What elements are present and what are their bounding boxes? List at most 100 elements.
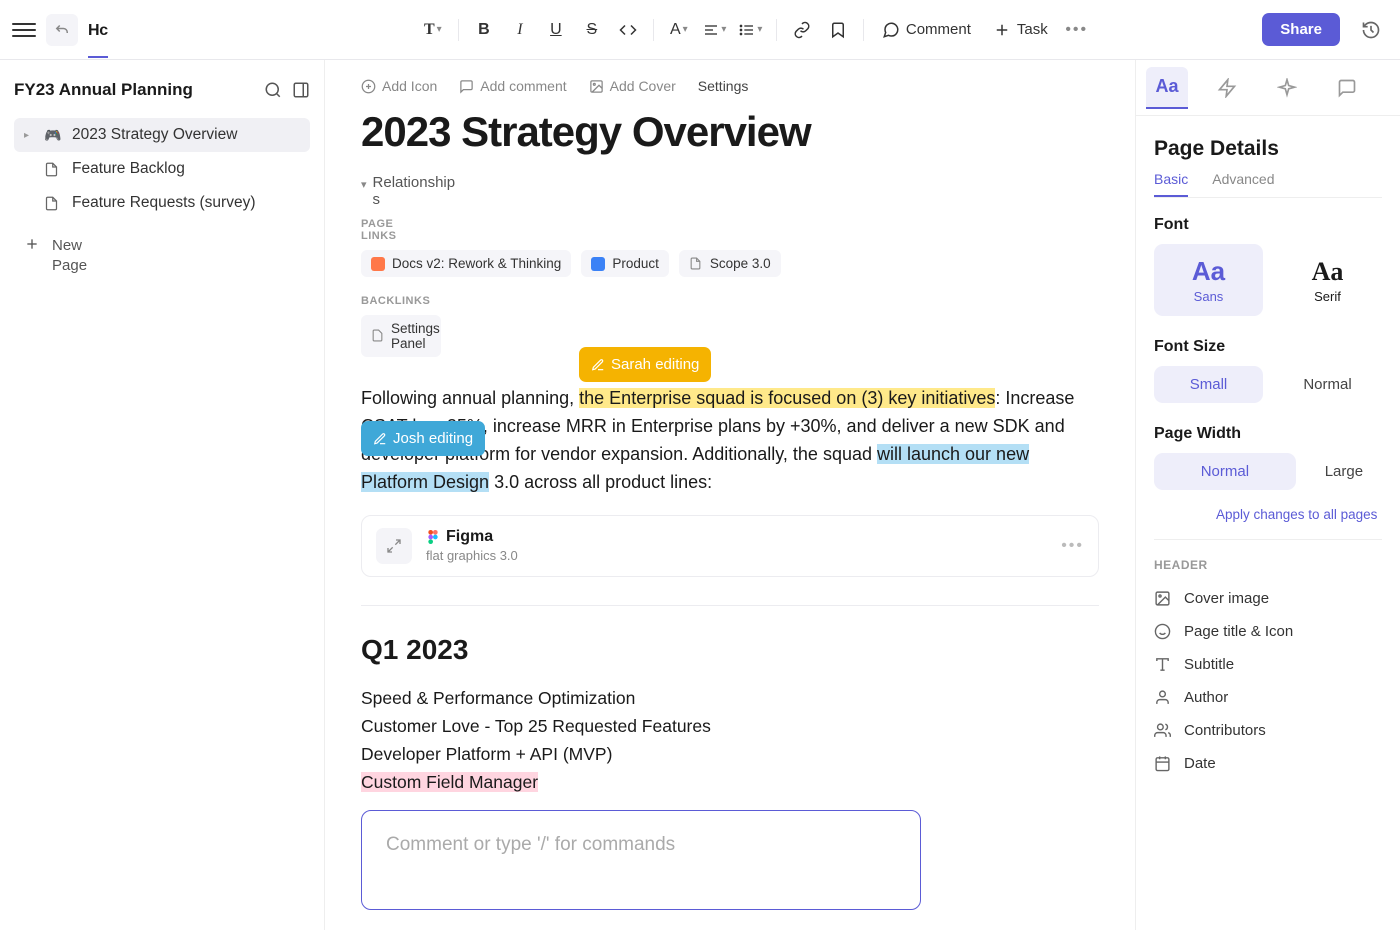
history-button[interactable] bbox=[1354, 13, 1388, 47]
brand-logo[interactable]: Hc bbox=[88, 22, 108, 58]
figma-icon bbox=[426, 530, 440, 544]
panel-tab-typography[interactable]: Aa bbox=[1146, 67, 1188, 109]
align-dropdown[interactable]: ▾ bbox=[698, 13, 732, 47]
chevron-right-icon: ▸ bbox=[24, 130, 34, 141]
panel-tab-ai[interactable] bbox=[1206, 67, 1248, 109]
header-section-label: HEADER bbox=[1154, 558, 1382, 572]
comment-button[interactable]: Comment bbox=[872, 15, 981, 45]
q1-task-list[interactable]: Speed & Performance Optimization Custome… bbox=[361, 684, 1099, 796]
doc-icon bbox=[371, 329, 384, 343]
fontsize-small[interactable]: Small bbox=[1154, 366, 1263, 403]
subtab-advanced[interactable]: Advanced bbox=[1212, 171, 1262, 197]
doc-color-icon bbox=[371, 257, 385, 271]
task-item: Custom Field Manager bbox=[361, 768, 1099, 796]
add-comment-button[interactable]: Add comment bbox=[459, 78, 566, 94]
highlight-pink: Custom Field Manager bbox=[361, 772, 538, 792]
q1-heading[interactable]: Q1 2023 bbox=[361, 634, 1099, 666]
header-option-cover[interactable]: Cover image bbox=[1154, 582, 1382, 615]
type-icon bbox=[1154, 656, 1172, 673]
body-paragraph[interactable]: Sarah editing Josh editing Following ann… bbox=[361, 385, 1099, 497]
bold-button[interactable]: B bbox=[467, 13, 501, 47]
underline-button[interactable]: U bbox=[539, 13, 573, 47]
pagewidth-large[interactable]: Large bbox=[1306, 453, 1382, 490]
pagewidth-normal[interactable]: Normal bbox=[1154, 453, 1296, 490]
sidebar-item-label: Feature Requests (survey) bbox=[72, 194, 256, 212]
header-option-subtitle[interactable]: Subtitle bbox=[1154, 648, 1382, 681]
task-item: Developer Platform + API (MVP) bbox=[361, 740, 1099, 768]
font-option-sans[interactable]: AaSans bbox=[1154, 244, 1263, 316]
sidebar-item-backlog[interactable]: Feature Backlog bbox=[14, 152, 310, 186]
user-icon bbox=[1154, 689, 1172, 706]
add-cover-button[interactable]: Add Cover bbox=[589, 78, 676, 94]
doc-title[interactable]: 2023 Strategy Overview bbox=[361, 108, 1099, 156]
embed-more-icon[interactable]: ••• bbox=[1061, 537, 1084, 555]
task-item: Speed & Performance Optimization bbox=[361, 684, 1099, 712]
smile-icon bbox=[1154, 623, 1172, 640]
highlight-yellow: the Enterprise squad is focused on (3) k… bbox=[579, 388, 995, 408]
comment-label: Comment bbox=[906, 21, 971, 38]
page-link-product[interactable]: Product bbox=[581, 250, 669, 277]
task-button[interactable]: Task bbox=[983, 15, 1058, 45]
panel-toggle-icon[interactable] bbox=[292, 81, 310, 99]
page-link-docs[interactable]: Docs v2: Rework & Thinking bbox=[361, 250, 571, 277]
plus-icon bbox=[24, 236, 40, 252]
presence-indicator-sarah: Sarah editing bbox=[579, 347, 711, 382]
header-option-title[interactable]: Page title & Icon bbox=[1154, 615, 1382, 648]
code-button[interactable] bbox=[611, 13, 645, 47]
font-section-label: Font bbox=[1154, 216, 1382, 234]
text-color-dropdown[interactable]: A▾ bbox=[662, 13, 696, 47]
backlinks-label: BACKLINKS bbox=[361, 295, 1099, 307]
embed-subtitle: flat graphics 3.0 bbox=[426, 548, 518, 563]
header-option-date[interactable]: Date bbox=[1154, 747, 1382, 780]
divider bbox=[361, 605, 1099, 606]
font-option-serif[interactable]: AaSerif bbox=[1273, 244, 1382, 316]
figma-embed[interactable]: Figma flat graphics 3.0 ••• bbox=[361, 515, 1099, 577]
undo-button[interactable] bbox=[46, 14, 78, 46]
image-icon bbox=[1154, 590, 1172, 607]
task-label: Task bbox=[1017, 21, 1048, 38]
fontsize-section-label: Font Size bbox=[1154, 338, 1382, 356]
settings-button[interactable]: Settings bbox=[698, 78, 749, 94]
bookmark-button[interactable] bbox=[821, 13, 855, 47]
panel-title: Page Details bbox=[1154, 136, 1382, 161]
backlink-settings-panel[interactable]: Settings Panel bbox=[361, 315, 441, 357]
search-icon[interactable] bbox=[264, 81, 282, 99]
document-main: Add Icon Add comment Add Cover Settings … bbox=[325, 60, 1135, 930]
more-button[interactable]: ••• bbox=[1060, 13, 1094, 47]
sidebar-title: FY23 Annual Planning bbox=[14, 80, 193, 100]
expand-icon[interactable] bbox=[376, 528, 412, 564]
text-style-dropdown[interactable]: T▾ bbox=[416, 13, 450, 47]
comment-input[interactable]: Comment or type '/' for commands bbox=[361, 810, 921, 910]
strikethrough-button[interactable]: S bbox=[575, 13, 609, 47]
relationships-toggle[interactable]: ▾ Relationships bbox=[361, 174, 461, 208]
new-page-button[interactable]: New Page bbox=[14, 226, 310, 285]
header-option-contributors[interactable]: Contributors bbox=[1154, 714, 1382, 747]
page-links-label: PAGE LINKS bbox=[361, 218, 411, 242]
pagewidth-section-label: Page Width bbox=[1154, 425, 1382, 443]
top-toolbar: Hc T▾ B I U S A▾ ▾ ▾ Comment bbox=[0, 0, 1400, 60]
presence-indicator-josh: Josh editing bbox=[361, 421, 485, 456]
gamepad-icon: 🎮 bbox=[44, 127, 62, 144]
sidebar-item-label: Feature Backlog bbox=[72, 160, 185, 178]
apply-all-link[interactable]: Apply changes to all pages bbox=[1216, 506, 1382, 525]
divider bbox=[1154, 539, 1382, 540]
panel-tab-sparkle[interactable] bbox=[1266, 67, 1308, 109]
sidebar-item-strategy[interactable]: ▸ 🎮 2023 Strategy Overview bbox=[14, 118, 310, 152]
calendar-icon bbox=[1154, 755, 1172, 772]
italic-button[interactable]: I bbox=[503, 13, 537, 47]
link-button[interactable] bbox=[785, 13, 819, 47]
doc-icon bbox=[44, 162, 62, 177]
right-panel: Aa Page Details Basic Advanced Font AaSa… bbox=[1135, 60, 1400, 930]
fontsize-normal[interactable]: Normal bbox=[1273, 366, 1382, 403]
share-button[interactable]: Share bbox=[1262, 13, 1340, 46]
page-link-scope[interactable]: Scope 3.0 bbox=[679, 250, 781, 277]
list-dropdown[interactable]: ▾ bbox=[734, 13, 768, 47]
sidebar: FY23 Annual Planning ▸ 🎮 2023 Strategy O… bbox=[0, 60, 325, 930]
add-icon-button[interactable]: Add Icon bbox=[361, 78, 437, 94]
sidebar-item-requests[interactable]: Feature Requests (survey) bbox=[14, 186, 310, 220]
hamburger-menu-icon[interactable] bbox=[12, 18, 36, 42]
doc-color-icon bbox=[591, 257, 605, 271]
subtab-basic[interactable]: Basic bbox=[1154, 171, 1188, 197]
panel-tab-chat[interactable] bbox=[1326, 67, 1368, 109]
header-option-author[interactable]: Author bbox=[1154, 681, 1382, 714]
